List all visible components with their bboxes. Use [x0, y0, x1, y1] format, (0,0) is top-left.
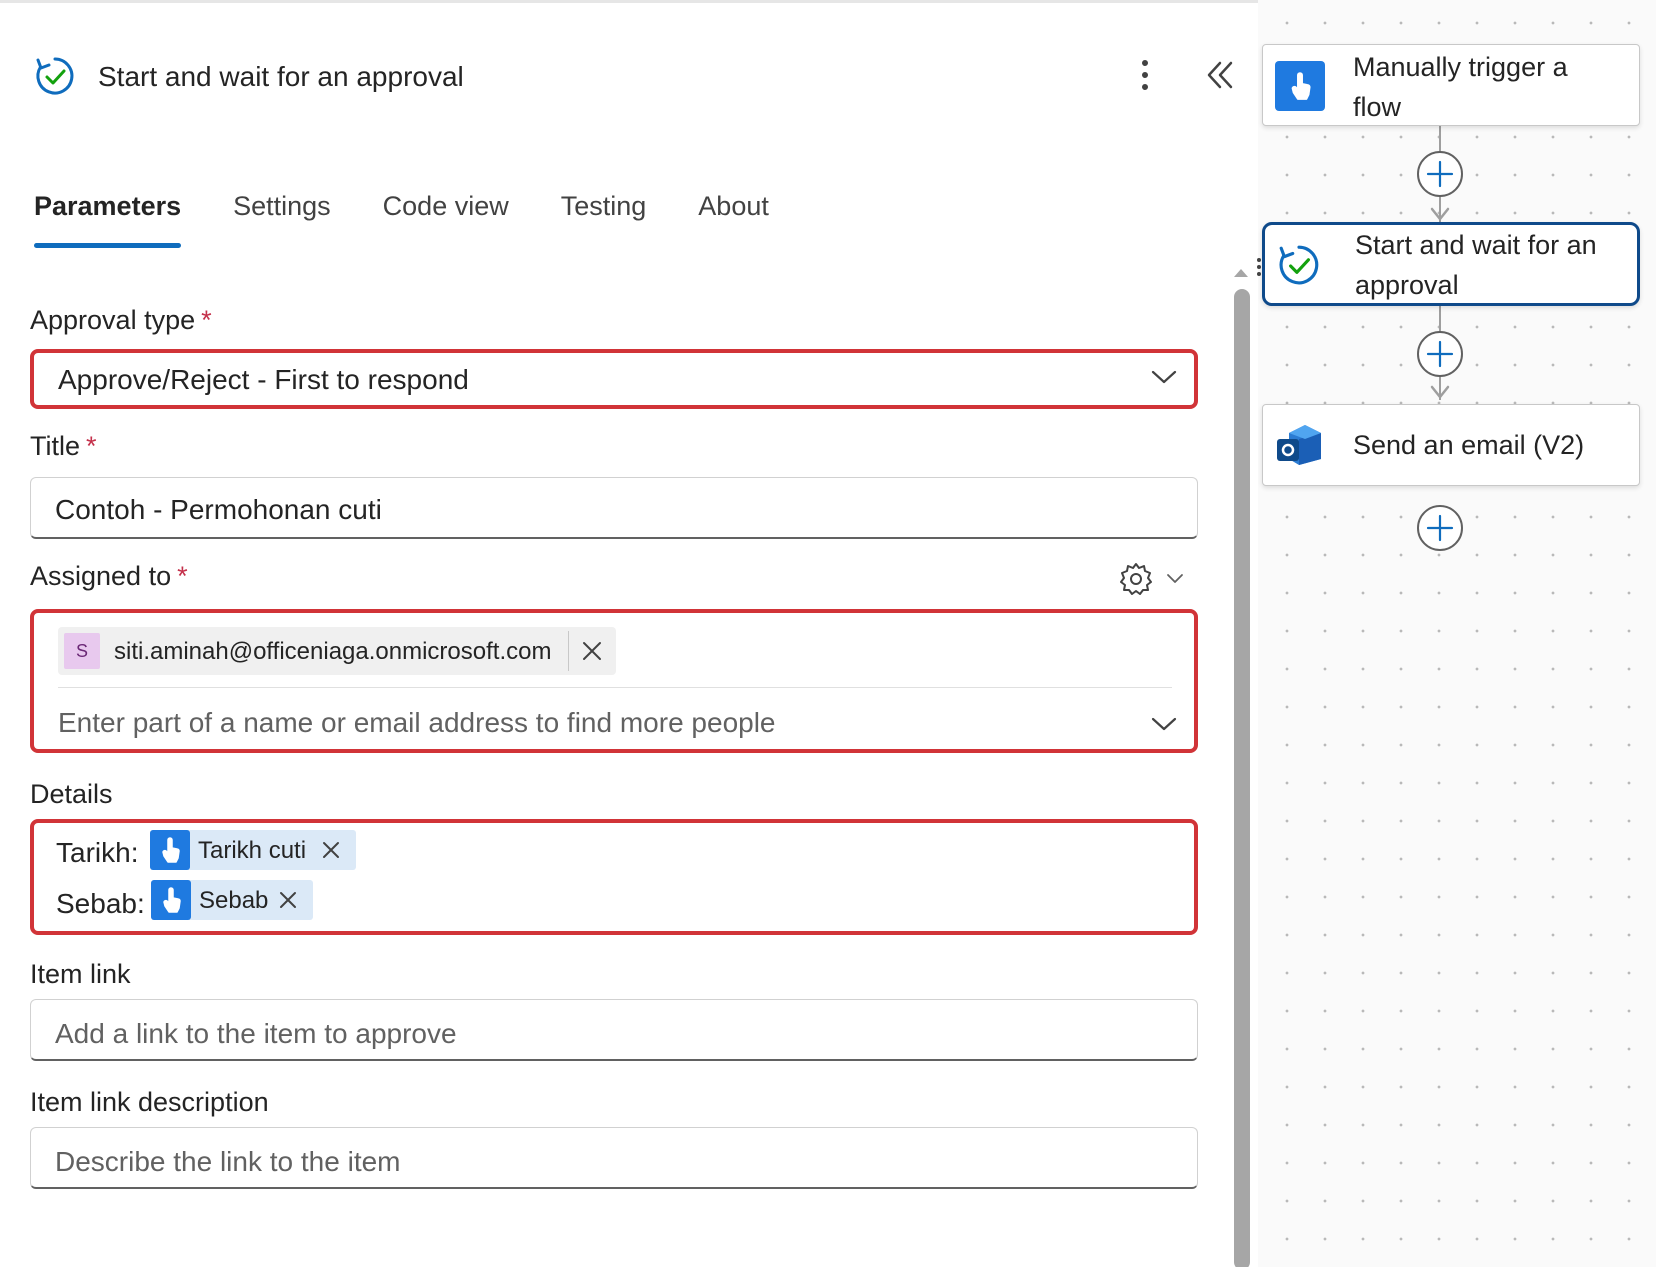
details-line-prefix: Sebab:: [56, 888, 145, 919]
add-action-icon[interactable]: [1416, 504, 1464, 552]
tab-about[interactable]: About: [698, 191, 769, 248]
item-link-label: Item link: [30, 959, 131, 989]
manual-trigger-icon: [151, 880, 191, 920]
tab-settings[interactable]: Settings: [233, 191, 331, 248]
token-label: Tarikh cuti: [198, 837, 307, 864]
item-link-placeholder: Add a link to the item to approve: [55, 1018, 457, 1049]
people-divider: [58, 687, 1172, 688]
approval-icon: [36, 57, 74, 95]
person-email: siti.aminah@officeniaga.onmicrosoft.com: [114, 638, 552, 665]
gear-icon[interactable]: [1118, 561, 1154, 597]
scrollbar-thumb[interactable]: [1234, 289, 1250, 1267]
approval-type-dropdown[interactable]: Approve/Reject - First to respond: [34, 352, 1194, 404]
avatar: S: [64, 633, 100, 669]
remove-token-icon[interactable]: [320, 839, 342, 861]
details-line-prefix: Tarikh:: [56, 837, 139, 868]
required-mark: *: [201, 305, 212, 335]
flow-node-send-email[interactable]: Send an email (V2): [1262, 404, 1640, 486]
more-dot: [1142, 72, 1148, 78]
tab-code-view[interactable]: Code view: [383, 191, 509, 248]
title-value: Contoh - Permohonan cuti: [55, 494, 382, 525]
panel-header: Start and wait for an approval: [0, 3, 1258, 153]
approval-icon: [1279, 245, 1319, 285]
tab-parameters[interactable]: Parameters: [34, 191, 182, 248]
item-link-description-label: Item link description: [30, 1087, 269, 1117]
panel-title: Start and wait for an approval: [98, 61, 464, 92]
approval-type-value: Approve/Reject - First to respond: [58, 364, 469, 395]
more-dot: [1142, 84, 1148, 90]
person-chip: S siti.aminah@officeniaga.onmicrosoft.co…: [58, 627, 616, 675]
dynamic-content-token[interactable]: Sebab: [151, 880, 313, 920]
required-mark: *: [86, 431, 97, 461]
scroll-up-icon[interactable]: [1232, 265, 1250, 279]
node-label: Start and wait for an: [1355, 230, 1597, 260]
arrow-down-icon: [1430, 207, 1450, 221]
item-link-description-placeholder: Describe the link to the item: [55, 1146, 401, 1177]
chevron-down-icon: [1151, 370, 1177, 384]
tab-list: Parameters Settings Code view Testing Ab…: [34, 191, 821, 248]
manual-trigger-icon: [1275, 61, 1325, 111]
item-link-input[interactable]: Add a link to the item to approve: [30, 999, 1198, 1061]
title-label-text: Title: [30, 431, 81, 461]
remove-token-icon[interactable]: [277, 889, 299, 911]
token-label: Sebab: [199, 887, 269, 914]
chip-divider: [568, 631, 569, 671]
approval-type-label-text: Approval type: [30, 305, 196, 335]
node-label: Send an email (V2): [1353, 430, 1585, 460]
tab-testing[interactable]: Testing: [561, 191, 647, 248]
node-label: flow: [1353, 92, 1402, 122]
arrow-down-icon: [1430, 385, 1450, 399]
chevron-down-icon[interactable]: [1166, 573, 1184, 585]
outlook-icon: [1277, 425, 1321, 465]
required-mark: *: [177, 561, 188, 591]
remove-person-icon[interactable]: [578, 637, 606, 665]
dynamic-content-token[interactable]: Tarikh cuti: [150, 830, 356, 870]
people-search-input[interactable]: Enter part of a name or email address to…: [58, 707, 776, 739]
item-link-description-input[interactable]: Describe the link to the item: [30, 1127, 1198, 1189]
add-action-icon[interactable]: [1416, 150, 1464, 198]
title-label: Title *: [30, 431, 97, 462]
approval-type-label: Approval type *: [30, 305, 212, 336]
manual-trigger-icon: [150, 830, 190, 870]
node-label: approval: [1355, 270, 1459, 300]
drag-handle-icon[interactable]: [1256, 256, 1262, 278]
add-action-icon[interactable]: [1416, 330, 1464, 378]
collapse-panel-icon[interactable]: [1200, 55, 1240, 95]
chevron-down-icon[interactable]: [1150, 715, 1178, 733]
assigned-to-label: Assigned to *: [30, 561, 188, 592]
node-label: Manually trigger a: [1353, 52, 1568, 82]
more-dot: [1142, 60, 1148, 66]
flow-node-approval[interactable]: Start and wait for an approval: [1262, 222, 1640, 306]
title-input[interactable]: Contoh - Permohonan cuti: [30, 477, 1198, 539]
assigned-to-label-text: Assigned to: [30, 561, 172, 591]
flow-node-manual-trigger[interactable]: Manually trigger a flow: [1262, 44, 1640, 126]
more-options-button[interactable]: [1128, 55, 1162, 95]
details-label: Details: [30, 779, 113, 809]
action-details-panel: Start and wait for an approval Parameter…: [0, 0, 1258, 1267]
